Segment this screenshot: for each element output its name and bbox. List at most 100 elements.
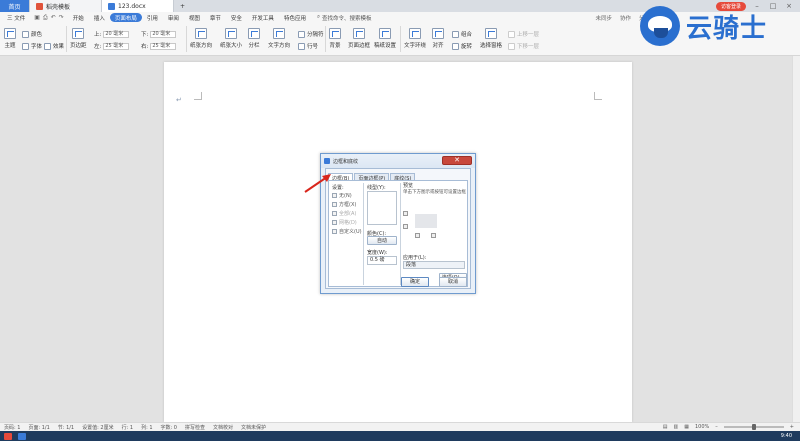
text-wrap-button[interactable]: 文字环绕 [404, 28, 426, 49]
zoom-level[interactable]: 100% [695, 424, 709, 430]
save-icon[interactable]: ▣ [34, 14, 40, 21]
bottom-border-button[interactable] [403, 224, 408, 229]
menu-start[interactable]: 开始 [68, 13, 89, 22]
top-margin-input[interactable]: 20 毫米 [103, 30, 130, 38]
paper-size-button[interactable]: 纸张大小 [220, 28, 242, 49]
menu-view[interactable]: 视图 [184, 13, 205, 22]
margins-button[interactable]: 页边距 [70, 28, 87, 49]
command-search[interactable]: ⌕ 查找命令、搜索模板 [311, 14, 372, 22]
align-button[interactable]: 对齐 [432, 28, 444, 49]
columns-label: 分栏 [248, 43, 260, 49]
draft-paper-button[interactable]: 稿纸设置 [374, 28, 396, 49]
breaks-icon [298, 30, 305, 38]
menu-special[interactable]: 特色应用 [279, 13, 311, 22]
background-button[interactable]: 背景 [329, 28, 341, 49]
protection-button[interactable]: 文档未保护 [241, 424, 266, 431]
setting-grid[interactable]: 网格(D) [332, 219, 357, 226]
collaborate-button[interactable]: 协作 [620, 14, 631, 22]
font-button[interactable]: 字体 [22, 42, 42, 50]
breaks-button[interactable]: 分隔符 [298, 30, 324, 38]
dialog-close-button[interactable]: ✕ [442, 156, 472, 165]
status-word-count[interactable]: 字数: 0 [161, 424, 177, 431]
right-margin-group: 右: 25 毫米 [141, 42, 177, 50]
paragraph-mark-icon: ↵ [176, 96, 182, 104]
setting-custom[interactable]: 自定义(U) [332, 228, 362, 235]
setting-none[interactable]: 无(N) [332, 192, 352, 199]
effect-button[interactable]: 效果 [44, 42, 64, 50]
new-tab-button[interactable]: + [174, 0, 191, 12]
left-margin-group: 左: 25 毫米 [94, 42, 130, 50]
top-border-button[interactable] [403, 211, 408, 216]
color-button[interactable]: 颜色 [22, 30, 42, 38]
vertical-scrollbar[interactable] [792, 56, 800, 422]
ok-button[interactable]: 确定 [401, 277, 429, 287]
theme-button[interactable]: 主题 [4, 28, 16, 49]
doc-check-button[interactable]: 文档校对 [213, 424, 233, 431]
width-dropdown[interactable]: 0.5 磅 [367, 256, 397, 265]
menu-security[interactable]: 安全 [226, 13, 247, 22]
top-margin-group: 上: 20 毫米 [94, 30, 130, 38]
line-numbers-label: 行号 [307, 44, 319, 50]
selection-pane-button[interactable]: 选择窗格 [480, 28, 502, 49]
view-mode-icon[interactable]: ▤ [663, 424, 668, 430]
preview-hint: 单击下方图示或按钮可设置边框 [403, 190, 466, 195]
right-border-button[interactable] [431, 233, 436, 238]
dialog-title: 边框和底纹 [333, 158, 359, 165]
status-section: 节: 1/1 [57, 424, 75, 431]
bottom-margin-input[interactable]: 20 毫米 [150, 30, 177, 38]
apply-to-dropdown[interactable]: 段落 [403, 261, 465, 269]
orientation-button[interactable]: 纸张方向 [190, 28, 212, 49]
tab-templates[interactable]: 稻壳模板 [30, 0, 102, 12]
unsynced-button[interactable]: 未同步 [595, 14, 612, 22]
columns-button[interactable]: 分栏 [248, 28, 260, 49]
spell-check-button[interactable]: 拼写检查 [185, 424, 205, 431]
os-taskbar: 9:40 [0, 431, 800, 441]
left-border-button[interactable] [415, 233, 420, 238]
menu-file[interactable]: 三 文件 [2, 13, 30, 22]
setting-all[interactable]: 全部(A) [332, 210, 356, 217]
setting-box[interactable]: 方框(X) [332, 201, 356, 208]
right-margin-input[interactable]: 25 毫米 [150, 42, 177, 50]
cancel-button[interactable]: 取消 [439, 277, 467, 287]
rotate-button[interactable]: 旋转 [452, 42, 472, 50]
start-icon[interactable] [4, 432, 12, 440]
left-margin-input[interactable]: 25 毫米 [103, 42, 130, 50]
menu-developer[interactable]: 开发工具 [247, 13, 279, 22]
breaks-label: 分隔符 [307, 32, 324, 38]
zoom-out-icon[interactable]: – [715, 424, 718, 430]
setting-all-icon [332, 211, 337, 216]
send-backward-button[interactable]: 下移一层 [508, 42, 539, 50]
tab-document[interactable]: 123.docx [102, 0, 174, 12]
orientation-icon [195, 28, 207, 39]
menu-page-layout[interactable]: 页面布局 [109, 13, 142, 22]
line-style-list[interactable] [367, 191, 397, 225]
text-direction-icon [273, 28, 285, 39]
left-margin-label: 左: [94, 44, 102, 50]
wps-taskbar-icon[interactable] [18, 432, 26, 440]
menu-section[interactable]: 章节 [205, 13, 226, 22]
redo-icon[interactable]: ↷ [59, 14, 64, 21]
setting-custom-icon [332, 229, 337, 234]
menu-references[interactable]: 引用 [142, 13, 163, 22]
zoom-slider[interactable] [723, 424, 784, 430]
text-direction-button[interactable]: 文字方向 [268, 28, 290, 49]
color-dropdown[interactable]: 自动 [367, 236, 397, 245]
theme-icon [4, 28, 16, 39]
menu-insert[interactable]: 插入 [89, 13, 110, 22]
menu-review[interactable]: 审阅 [163, 13, 184, 22]
print-icon[interactable]: ⎙ [43, 14, 48, 22]
view-mode-icon[interactable]: ▥ [674, 424, 679, 430]
zoom-in-icon[interactable]: + [790, 424, 794, 430]
line-numbers-button[interactable]: 行号 [298, 42, 318, 50]
group-button[interactable]: 组合 [452, 30, 472, 38]
margin-corner-mark [594, 92, 602, 100]
background-icon [329, 28, 341, 39]
brand-logo-text: 云骑士 [686, 13, 768, 44]
tab-home[interactable]: 首页 [0, 0, 30, 12]
view-mode-icon[interactable]: ▦ [684, 424, 689, 430]
page-borders-button[interactable]: 页面边框 [348, 28, 370, 49]
bring-forward-button[interactable]: 上移一层 [508, 30, 539, 38]
undo-icon[interactable]: ↶ [51, 14, 56, 21]
orientation-label: 纸张方向 [190, 43, 213, 49]
draft-paper-label: 稿纸设置 [374, 43, 397, 49]
